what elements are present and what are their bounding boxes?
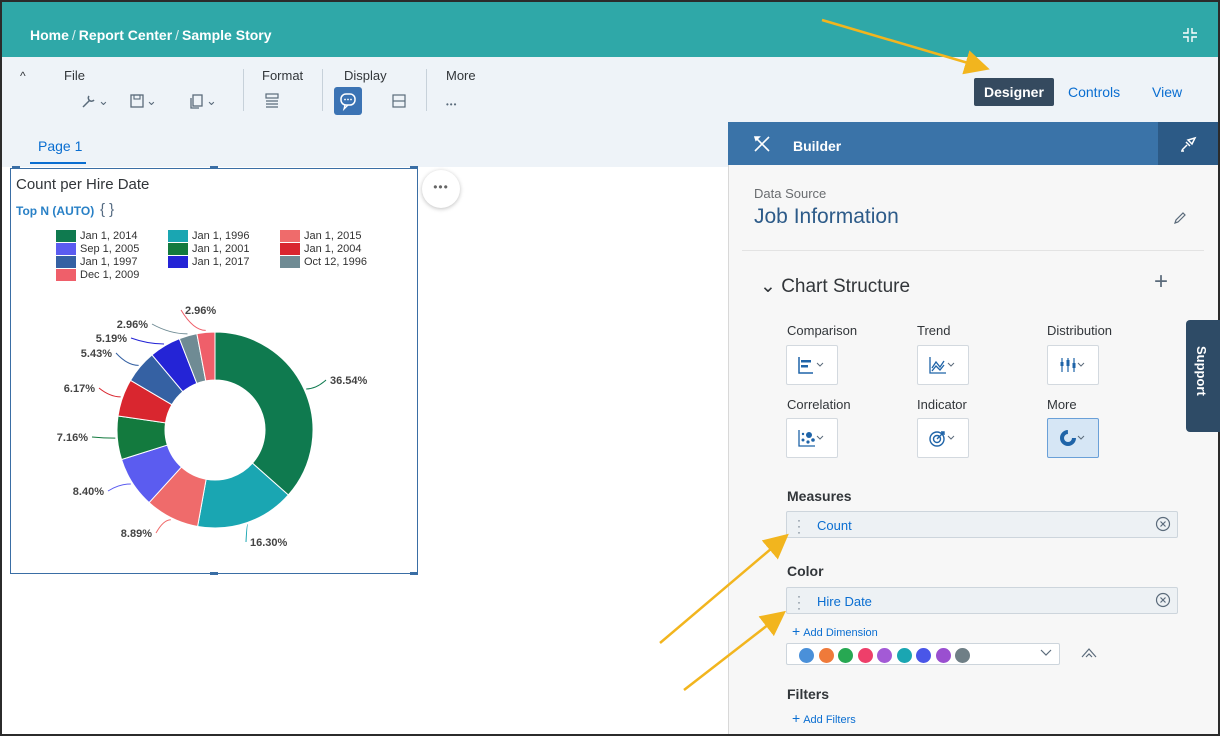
add-dimension-link[interactable]: + Add Dimension xyxy=(792,623,878,639)
label-leader-line xyxy=(151,323,188,335)
palette-color-dot xyxy=(935,648,951,663)
drag-handle-icon[interactable]: · · · xyxy=(797,514,801,538)
label-leader-line xyxy=(115,352,139,366)
data-label: 2.96% xyxy=(117,319,148,331)
label-leader-line xyxy=(306,379,327,390)
add-structure-icon[interactable]: + xyxy=(1154,268,1168,296)
drag-handle-icon[interactable]: · · · xyxy=(797,590,801,614)
data-label: 8.89% xyxy=(121,528,152,540)
label-leader-line xyxy=(155,519,171,534)
chart-type-label: Indicator xyxy=(917,397,967,412)
section-divider xyxy=(742,250,1204,251)
indicator-chart-button[interactable] xyxy=(917,418,969,458)
palette-color-dot xyxy=(857,648,873,663)
chart-type-label: Trend xyxy=(917,323,951,338)
chart-structure-header[interactable]: ⌄ Chart Structure xyxy=(760,275,910,298)
donut-slice[interactable] xyxy=(214,331,314,496)
correlation-chart-button[interactable] xyxy=(786,418,838,458)
color-dimension-token[interactable]: · · · Hire Date xyxy=(786,587,1178,614)
label-leader-line xyxy=(130,337,165,345)
data-label: 2.96% xyxy=(185,305,216,317)
data-source-label: Data Source xyxy=(754,186,827,201)
palette-color-dot xyxy=(916,648,931,663)
label-leader-line xyxy=(98,387,121,398)
edit-data-source-icon[interactable] xyxy=(1172,210,1188,226)
palette-color-dot xyxy=(955,648,970,663)
color-palette-select[interactable] xyxy=(786,643,1060,665)
trend-chart-button[interactable] xyxy=(917,345,969,385)
data-label: 6.17% xyxy=(64,383,95,395)
remove-dimension-icon[interactable] xyxy=(1155,592,1171,608)
chart-type-label: Distribution xyxy=(1047,323,1113,338)
more-chart-types-button[interactable] xyxy=(1047,418,1099,458)
data-label: 5.19% xyxy=(96,333,127,345)
measure-token-count[interactable]: · · · Count xyxy=(786,511,1178,538)
data-label: 16.30% xyxy=(250,537,288,549)
target-icon xyxy=(929,431,955,447)
data-label: 5.43% xyxy=(81,348,112,360)
palette-color-dot xyxy=(838,648,853,663)
data-label: 36.54% xyxy=(330,375,368,387)
palette-color-dot xyxy=(818,648,834,663)
builder-title: Builder xyxy=(793,138,842,154)
bar-chart-icon xyxy=(798,357,824,374)
label-leader-line xyxy=(91,436,116,439)
chart-type-label: More xyxy=(1047,397,1077,412)
filters-title: Filters xyxy=(787,686,830,702)
chart-type-label: Comparison xyxy=(787,323,858,338)
color-title: Color xyxy=(787,563,824,579)
line-chart-icon xyxy=(929,357,955,374)
swap-colors-icon[interactable] xyxy=(1080,645,1098,661)
remove-measure-icon[interactable] xyxy=(1155,516,1171,532)
distribution-chart-button[interactable] xyxy=(1047,345,1099,385)
scatter-chart-icon xyxy=(798,430,824,447)
label-leader-line xyxy=(107,483,131,492)
label-leader-line xyxy=(245,523,249,543)
chart-structure-label: Chart Structure xyxy=(781,276,911,297)
builder-tools-icon[interactable] xyxy=(752,134,772,154)
support-tab[interactable]: Support xyxy=(1186,320,1220,432)
add-filters-label: Add Filters xyxy=(803,714,856,726)
data-label: 7.16% xyxy=(57,432,88,444)
box-plot-icon xyxy=(1060,358,1085,372)
add-filters-link[interactable]: + Add Filters xyxy=(792,710,856,726)
palette-color-dot xyxy=(877,648,892,663)
chevron-down-icon: ⌄ xyxy=(760,276,776,297)
measures-title: Measures xyxy=(787,488,852,504)
data-label: 8.40% xyxy=(73,486,104,498)
styling-brush-icon[interactable] xyxy=(1178,134,1198,154)
add-dimension-label: Add Dimension xyxy=(803,627,878,639)
donut-chart-icon xyxy=(1060,430,1085,446)
dimension-name: Hire Date xyxy=(817,594,872,609)
chart-type-label: Correlation xyxy=(787,397,851,412)
measure-name: Count xyxy=(817,518,852,533)
comparison-chart-button[interactable] xyxy=(786,345,838,385)
data-source-value: Job Information xyxy=(754,205,899,228)
palette-color-dot xyxy=(799,648,814,663)
support-label: Support xyxy=(1194,346,1209,396)
palette-color-dot xyxy=(896,648,912,663)
chevron-down-icon[interactable] xyxy=(1040,646,1052,658)
